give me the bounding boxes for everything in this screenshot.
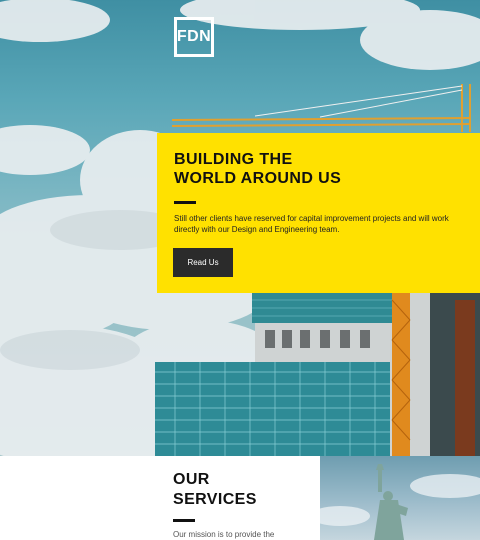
hero-description: Still other clients have reserved for ca… — [174, 214, 449, 234]
statue-of-liberty-image — [320, 456, 480, 540]
hero-title-divider — [174, 201, 196, 204]
services-title-line2: SERVICES — [173, 491, 257, 508]
services-intro: Our mission is to provide the — [173, 530, 275, 539]
hero-title-line1: BUILDING THE — [174, 151, 293, 168]
read-us-button[interactable]: Read Us — [173, 248, 233, 277]
services-title: OUR SERVICES — [173, 470, 257, 510]
hero-section: FDN BUILDING THE WORLD AROUND US Still o… — [0, 0, 480, 456]
services-title-divider — [173, 519, 195, 522]
services-title-line1: OUR — [173, 471, 210, 488]
statue-illustration — [320, 464, 480, 540]
hero-card: BUILDING THE WORLD AROUND US Still other… — [157, 133, 480, 293]
services-section: OUR SERVICES Our mission is to provide t… — [0, 456, 320, 540]
hero-title-line2: WORLD AROUND US — [174, 170, 342, 187]
logo[interactable]: FDN — [174, 17, 214, 57]
hero-title: BUILDING THE WORLD AROUND US — [174, 150, 374, 188]
